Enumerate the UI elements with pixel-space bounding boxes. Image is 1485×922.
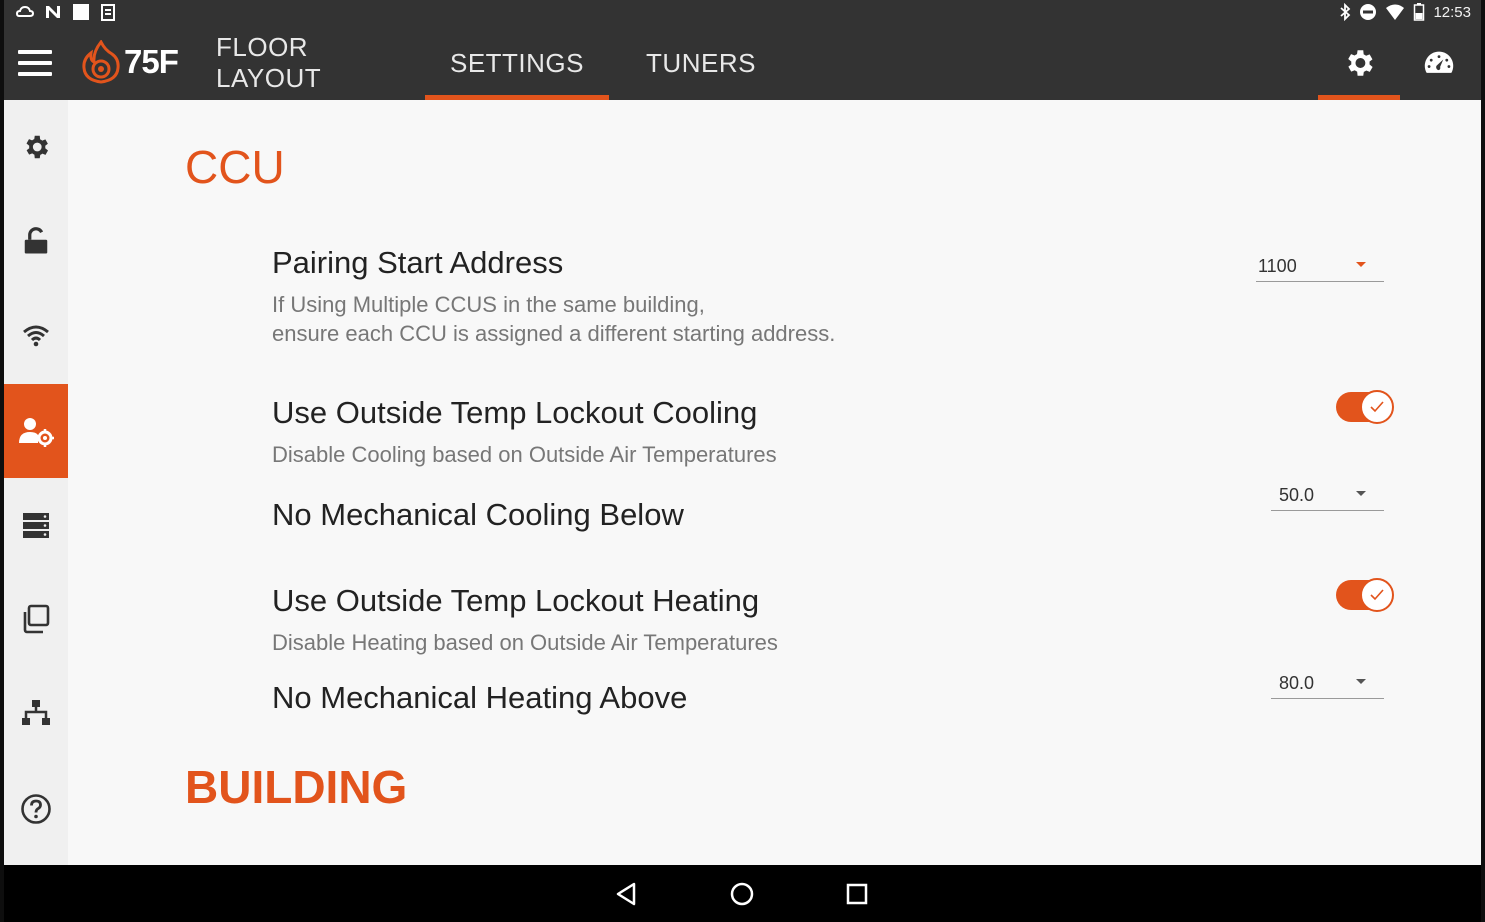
tab-tuners[interactable]: TUNERS: [616, 26, 786, 100]
chevron-down-icon: [1356, 262, 1366, 267]
recents-button[interactable]: [842, 879, 872, 909]
check-icon: [1370, 401, 1384, 413]
server-icon: [23, 513, 49, 538]
battery-icon: [1414, 3, 1425, 21]
recents-icon: [846, 883, 868, 905]
rail-item-copy[interactable]: [4, 572, 68, 666]
pairing-start-address-subtitle-1: If Using Multiple CCUS in the same build…: [272, 292, 705, 317]
tab-floor-layout[interactable]: FLOOR LAYOUT: [216, 26, 416, 100]
app-bar: 75F FLOOR LAYOUT SETTINGS TUNERS: [4, 26, 1481, 100]
pairing-start-address-title: Pairing Start Address: [272, 245, 564, 280]
cooling-below-dropdown[interactable]: 50.0: [1271, 481, 1384, 511]
user-settings-icon: [19, 418, 54, 447]
logo: 75F: [82, 40, 179, 84]
check-icon: [1370, 589, 1384, 601]
wifi-icon: [1386, 4, 1405, 20]
chevron-down-icon: [1356, 679, 1366, 684]
wifi-icon: [23, 325, 49, 347]
cooling-below-value: 50.0: [1279, 485, 1315, 505]
rail-item-wireless[interactable]: [4, 288, 68, 382]
back-button[interactable]: [612, 879, 642, 909]
navigation-bar: [4, 865, 1481, 922]
hierarchy-icon: [22, 700, 50, 725]
heating-lockout-subtitle: Disable Heating based on Outside Air Tem…: [272, 630, 778, 655]
pairing-start-address-dropdown[interactable]: 1100: [1256, 252, 1384, 282]
dashboard-icon: [1424, 51, 1454, 73]
heating-lockout-title: Use Outside Temp Lockout Heating: [272, 583, 760, 618]
cooling-lockout-toggle[interactable]: [1336, 390, 1394, 424]
home-button[interactable]: [727, 879, 757, 909]
rail-item-user-settings[interactable]: [4, 384, 68, 478]
settings-gear-button[interactable]: [1342, 46, 1376, 80]
rail-item-security[interactable]: [4, 194, 68, 288]
rail-item-servers[interactable]: [4, 478, 68, 572]
clipboard-icon: [101, 4, 115, 21]
n-icon: [46, 6, 60, 18]
rail-item-help[interactable]: [4, 762, 68, 856]
pairing-start-address-value: 1100: [1258, 256, 1297, 276]
home-icon: [730, 882, 754, 906]
pairing-start-address-subtitle-2: ensure each CCU is assigned a different …: [272, 321, 836, 346]
rail-item-settings[interactable]: [4, 100, 68, 194]
gear-icon: [1348, 50, 1373, 76]
help-icon: [21, 794, 51, 824]
heating-above-value: 80.0: [1279, 673, 1315, 693]
heating-above-title: No Mechanical Heating Above: [272, 680, 688, 715]
section-title-ccu: CCU: [185, 141, 285, 193]
tab-tuners-label: TUNERS: [646, 47, 756, 78]
device-screen: 12:53 75F FLOOR LAYOUT SETTINGS TUNERS C…: [4, 0, 1481, 922]
flame-logo-icon: [82, 40, 120, 84]
back-icon: [616, 882, 636, 906]
unlock-icon: [24, 227, 48, 254]
cooling-lockout-title: Use Outside Temp Lockout Cooling: [272, 395, 758, 430]
rail-item-hierarchy[interactable]: [4, 666, 68, 760]
tab-settings[interactable]: SETTINGS: [425, 26, 609, 100]
menu-button[interactable]: [18, 50, 52, 76]
chevron-down-icon: [1356, 491, 1366, 496]
cloud-icon: [16, 5, 34, 17]
dashboard-button[interactable]: [1422, 46, 1456, 80]
square-icon: [73, 4, 89, 20]
tab-floor-layout-label: FLOOR LAYOUT: [216, 32, 322, 93]
section-title-building: BUILDING: [185, 761, 408, 813]
status-bar: 12:53: [4, 0, 1481, 26]
heating-lockout-toggle[interactable]: [1336, 578, 1394, 612]
copy-icon: [23, 604, 50, 634]
settings-content: CCU Pairing Start Address If Using Multi…: [68, 100, 1481, 865]
side-rail: [4, 100, 68, 865]
logo-text: 75F: [124, 43, 179, 80]
tab-settings-label: SETTINGS: [449, 47, 584, 78]
cooling-below-title: No Mechanical Cooling Below: [272, 497, 684, 532]
status-time: 12:53: [1433, 3, 1471, 21]
gear-icon: [26, 135, 49, 159]
bluetooth-icon: [1340, 3, 1351, 21]
do-not-disturb-icon: [1360, 4, 1377, 20]
heating-above-dropdown[interactable]: 80.0: [1271, 669, 1384, 699]
cooling-lockout-subtitle: Disable Cooling based on Outside Air Tem…: [272, 442, 777, 467]
